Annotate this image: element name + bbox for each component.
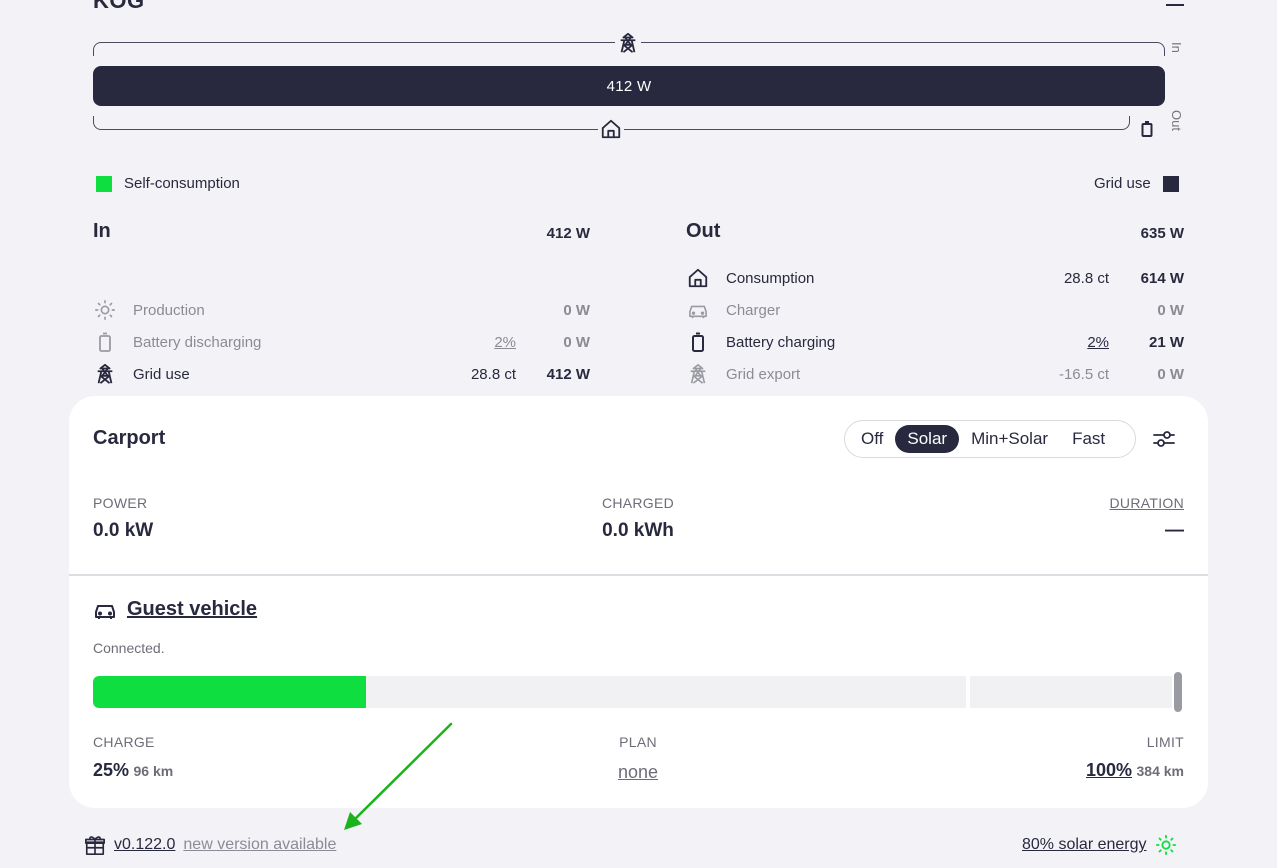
grid-export-value: 0 W (1157, 365, 1184, 383)
solar-energy-link[interactable]: 80% solar energy (1022, 836, 1147, 854)
grid-use-bar-value: 412 W (606, 77, 652, 95)
battery-icon (1140, 120, 1154, 138)
power-caption: POWER (93, 495, 148, 511)
plan-caption: PLAN (619, 734, 657, 750)
out-row-battery-charging: Battery charging 2% 21 W (686, 331, 1184, 353)
legend-self-consumption-label: Self-consumption (124, 175, 240, 192)
battery-charging-soc-link[interactable]: 2% (1087, 334, 1109, 351)
hamburger-menu-icon[interactable] (1166, 0, 1184, 7)
out-vertical-label: Out (1169, 110, 1184, 131)
grid-use-bar: 412 W (93, 66, 1165, 106)
battery-icon (93, 331, 117, 353)
power-value: 0.0 kW (93, 520, 154, 541)
out-column-title: Out (686, 220, 721, 242)
soc-bar[interactable] (93, 676, 1184, 708)
grid-use-price: 28.8 ct (470, 365, 516, 383)
limit-value: 100% 384 km (1004, 760, 1184, 781)
out-row-grid-export: Grid export -16.5 ct 0 W (686, 363, 1184, 385)
limit-caption: LIMIT (1146, 734, 1184, 750)
loadpoint-title: Carport (93, 427, 166, 449)
legend-grid-use-label: Grid use (1094, 175, 1151, 192)
grid-use-swatch (1162, 175, 1179, 192)
footer-solar: 80% solar energy (1022, 834, 1177, 856)
production-label: Production (133, 301, 205, 319)
new-version-link[interactable]: new version available (183, 836, 336, 854)
duration-caption-link[interactable]: DURATION (1034, 495, 1184, 511)
charger-value: 0 W (1157, 301, 1184, 319)
tower-icon (93, 363, 117, 385)
footer-version: v0.122.0 new version available (84, 834, 336, 856)
consumption-value: 614 W (1140, 269, 1184, 287)
sun-icon (1155, 834, 1176, 856)
in-row-production: Production 0 W (93, 299, 590, 321)
grid-export-price: -16.5 ct (1058, 365, 1109, 383)
consumption-price: 28.8 ct (1063, 269, 1109, 287)
charge-caption: CHARGE (93, 734, 155, 750)
in-vertical-label: In (1169, 42, 1184, 53)
soc-bar-gap (966, 676, 970, 708)
out-row-consumption: Consumption 28.8 ct 614 W (686, 267, 1184, 289)
plan-link[interactable]: none (538, 762, 738, 783)
out-row-charger: Charger 0 W (686, 299, 1184, 321)
limit-range: 384 km (1136, 763, 1184, 779)
card-divider (69, 574, 1208, 576)
battery-discharging-value: 0 W (563, 333, 590, 351)
grid-export-label: Grid export (726, 365, 801, 383)
battery-charging-value: 21 W (1148, 333, 1184, 351)
self-consumption-swatch (96, 175, 112, 192)
mode-minsolar-button[interactable]: Min+Solar (959, 425, 1060, 453)
charge-value: 25% 96 km (93, 760, 173, 781)
sliders-icon[interactable] (1152, 428, 1176, 450)
vehicle-name-link[interactable]: Guest vehicle (127, 598, 257, 621)
charged-caption: CHARGED (601, 495, 675, 511)
home-icon (598, 118, 624, 140)
limit-slider-handle[interactable] (1172, 670, 1184, 714)
car-icon (686, 299, 710, 321)
battery-discharging-label: Battery discharging (133, 333, 262, 351)
vehicle-header: Guest vehicle (93, 598, 257, 621)
home-icon (686, 267, 710, 289)
battery-charging-label: Battery charging (726, 333, 836, 351)
mode-solar-button[interactable]: Solar (895, 425, 960, 453)
in-column-title: In (93, 220, 111, 242)
sun-icon (93, 299, 117, 321)
charge-range: 96 km (133, 763, 174, 779)
battery-icon (686, 331, 710, 353)
consumption-label: Consumption (726, 269, 815, 287)
in-row-grid-use: Grid use 28.8 ct 412 W (93, 363, 590, 385)
legend-grid-use: Grid use (1094, 175, 1179, 192)
mode-off-button[interactable]: Off (849, 425, 895, 453)
out-column-total: 635 W (1140, 225, 1184, 242)
grid-use-value: 412 W (546, 365, 590, 383)
duration-value: — (1165, 520, 1184, 541)
legend-self-consumption: Self-consumption (96, 175, 240, 192)
version-link[interactable]: v0.122.0 (114, 836, 175, 854)
in-row-battery-discharging: Battery discharging 2% 0 W (93, 331, 590, 353)
annotation-arrow (344, 722, 453, 830)
soc-bar-fill (93, 676, 366, 708)
gift-icon (85, 836, 105, 855)
mode-selector: Off Solar Min+Solar Fast (844, 420, 1136, 458)
battery-discharging-soc-link[interactable]: 2% (494, 334, 516, 351)
charged-value: 0.0 kWh (602, 520, 674, 541)
limit-percent-link[interactable]: 100% (1086, 760, 1132, 780)
charge-percent: 25% (93, 760, 130, 780)
site-title: KOG (93, 0, 145, 13)
car-icon (95, 604, 115, 619)
vehicle-status: Connected. (93, 640, 165, 656)
grid-use-label: Grid use (133, 365, 190, 383)
charger-label: Charger (726, 301, 781, 319)
tower-icon (686, 363, 710, 385)
production-value: 0 W (563, 301, 590, 319)
grid-tower-icon (615, 32, 641, 54)
mode-fast-button[interactable]: Fast (1060, 425, 1117, 453)
in-column-total: 412 W (546, 225, 590, 242)
